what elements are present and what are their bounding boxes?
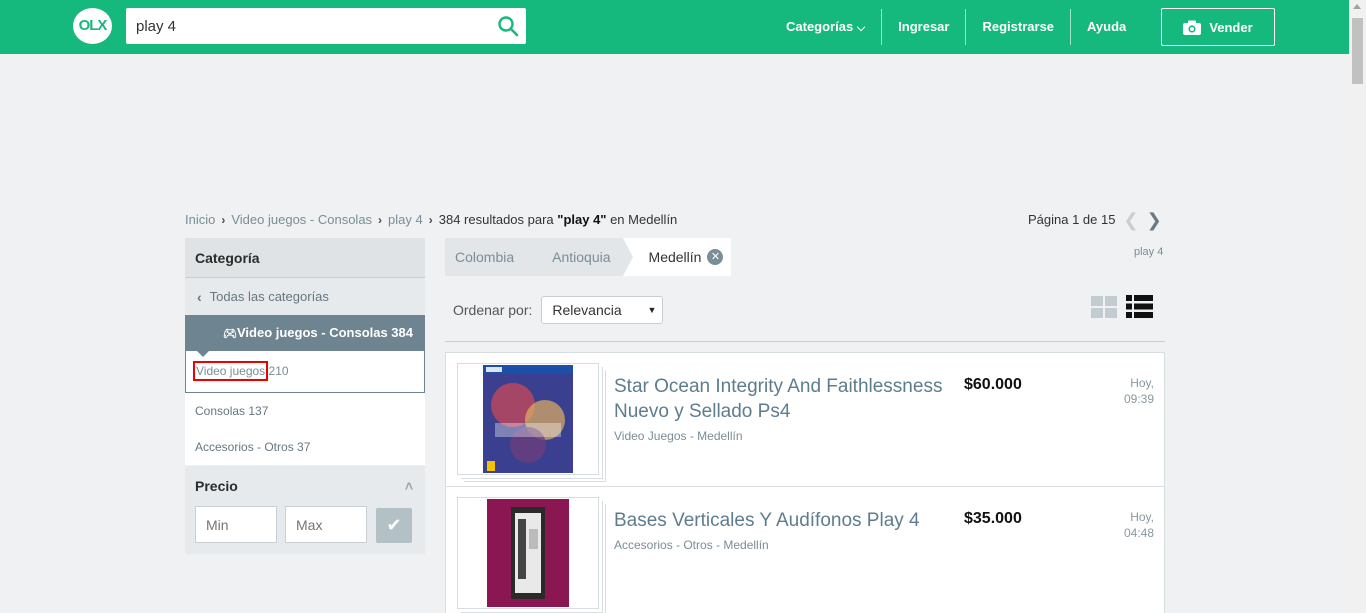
all-categories-label: Todas las categorías <box>209 289 329 304</box>
list-view-icon[interactable] <box>1126 295 1153 318</box>
olx-logo[interactable]: OLX <box>73 8 112 44</box>
listing-date-day: Hoy, <box>1130 510 1154 524</box>
breadcrumb-query[interactable]: play 4 <box>388 212 423 227</box>
category-heading: Categoría <box>185 238 425 278</box>
subcategory-label: Video juegos <box>192 361 269 381</box>
search-input[interactable] <box>126 8 486 44</box>
location-medellin[interactable]: Medellín ✕ <box>622 238 732 276</box>
price-filter: ✔ <box>185 506 425 554</box>
listing-card[interactable]: Star Ocean Integrity And Faithlessness N… <box>445 352 1165 487</box>
divider <box>445 341 1165 342</box>
scroll-thumb[interactable] <box>1352 18 1363 84</box>
price-max-input[interactable] <box>285 506 367 543</box>
listing-date: Hoy, 04:48 <box>1124 509 1154 541</box>
gamepad-icon: 🎮︎ <box>223 328 237 340</box>
dropdown-arrow-icon: ▼ <box>647 305 657 315</box>
breadcrumb-category[interactable]: Video juegos - Consolas <box>231 212 372 227</box>
results-suffix: en Medellín <box>606 212 678 227</box>
chevron-right-icon: › <box>378 212 383 227</box>
results-summary: 384 resultados para "play 4" en Medellín <box>439 212 678 227</box>
listing-title[interactable]: Star Ocean Integrity And Faithlessness N… <box>614 374 954 424</box>
listing-card[interactable]: Bases Verticales Y Audífonos Play 4 Acce… <box>445 486 1165 613</box>
product-image <box>483 365 573 473</box>
listing-date-time: 04:48 <box>1123 526 1154 540</box>
results-prefix: 384 resultados para <box>438 212 558 227</box>
nav-registrarse[interactable]: Registrarse <box>966 0 1070 54</box>
subcategory-label: Accesorios - Otros <box>195 440 294 454</box>
listing-thumbnail[interactable] <box>457 497 599 609</box>
prev-page-icon[interactable]: ❮ <box>1123 211 1138 229</box>
active-pointer <box>197 351 209 357</box>
subcategory-label: Consolas <box>195 404 246 418</box>
next-page-icon[interactable]: ❯ <box>1147 211 1162 229</box>
page-scrollbar[interactable] <box>1349 0 1366 613</box>
search-tag[interactable]: play 4 <box>1134 246 1163 258</box>
results-query: "play 4" <box>557 212 607 227</box>
price-min-input[interactable] <box>195 506 277 543</box>
nav-categorias-label: Categorías <box>786 19 854 34</box>
sort-label: Ordenar por: <box>453 302 533 318</box>
sort-selected: Relevancia <box>552 302 622 318</box>
subcategory-video-juegos[interactable]: Video juegos 210 <box>185 351 425 393</box>
scroll-up-icon[interactable] <box>1353 4 1361 9</box>
location-antioquia[interactable]: Antioquia <box>526 238 633 276</box>
listing-date-day: Hoy, <box>1130 376 1154 390</box>
camera-icon <box>1183 20 1202 35</box>
price-heading-label: Precio <box>195 478 238 494</box>
nav-categorias[interactable]: Categorías ⌵ <box>770 0 881 54</box>
active-category[interactable]: 🎮︎Video juegos - Consolas 384 <box>185 315 425 357</box>
sell-button[interactable]: Vender <box>1161 8 1275 46</box>
top-nav: Categorías ⌵ Ingresar Registrarse Ayuda <box>770 0 1142 54</box>
all-categories-link[interactable]: ‹ Todas las categorías <box>185 278 425 315</box>
listing-price: $60.000 <box>964 376 1022 393</box>
listing-subtitle: Video Juegos - Medellín <box>614 429 743 443</box>
location-breadcrumb: Colombia Antioquia Medellín ✕ <box>445 238 732 276</box>
listing-thumbnail[interactable] <box>457 363 599 475</box>
search-icon[interactable] <box>496 14 520 38</box>
breadcrumb: Inicio › Video juegos - Consolas › play … <box>185 212 677 227</box>
location-medellin-label: Medellín <box>648 249 702 265</box>
chevron-down-icon: ⌵ <box>856 22 866 34</box>
price-heading[interactable]: Precio ˄ <box>185 466 425 506</box>
page-indicator: Página 1 de 15 <box>1028 212 1116 227</box>
subcategory-count: 37 <box>297 440 311 454</box>
location-colombia[interactable]: Colombia <box>445 238 537 276</box>
listing-date-time: 09:39 <box>1123 392 1154 406</box>
listing-price: $35.000 <box>964 510 1022 527</box>
subcategory-consolas[interactable]: Consolas 137 <box>185 393 425 429</box>
nav-ingresar[interactable]: Ingresar <box>882 0 965 54</box>
sell-button-label: Vender <box>1209 19 1253 35</box>
sort-select[interactable]: Relevancia ▼ <box>541 296 664 324</box>
subcategory-count: 210 <box>268 364 289 378</box>
top-header: OLX Categorías ⌵ Ingresar Registrarse Ay… <box>0 0 1349 54</box>
subcategory-accesorios[interactable]: Accesorios - Otros 37 <box>185 429 425 465</box>
pagination: Página 1 de 15 ❮ ❯ <box>1028 211 1162 229</box>
product-image <box>487 499 569 607</box>
breadcrumb-inicio[interactable]: Inicio <box>185 212 215 227</box>
listing-title[interactable]: Bases Verticales Y Audífonos Play 4 <box>614 508 954 533</box>
active-category-label: Video juegos - Consolas 384 <box>236 325 414 340</box>
filters-sidebar: Categoría ‹ Todas las categorías 🎮︎Video… <box>185 238 425 554</box>
price-apply-button[interactable]: ✔ <box>376 508 412 543</box>
chevron-right-icon: › <box>428 212 433 227</box>
chevron-up-icon[interactable]: ˄ <box>405 478 413 494</box>
chevron-right-icon: › <box>221 212 226 227</box>
subcategory-count: 137 <box>248 404 269 418</box>
sort-bar: Ordenar por: Relevancia ▼ <box>453 296 664 324</box>
listing-date: Hoy, 09:39 <box>1124 375 1154 407</box>
checkmark-icon: ✔ <box>386 515 402 535</box>
clear-location-icon[interactable]: ✕ <box>707 249 724 265</box>
nav-ayuda[interactable]: Ayuda <box>1071 0 1142 54</box>
grid-view-icon[interactable] <box>1091 296 1117 318</box>
chevron-left-icon: ‹ <box>197 288 202 305</box>
search-box <box>126 8 526 44</box>
listing-subtitle: Accesorios - Otros - Medellín <box>614 538 769 552</box>
